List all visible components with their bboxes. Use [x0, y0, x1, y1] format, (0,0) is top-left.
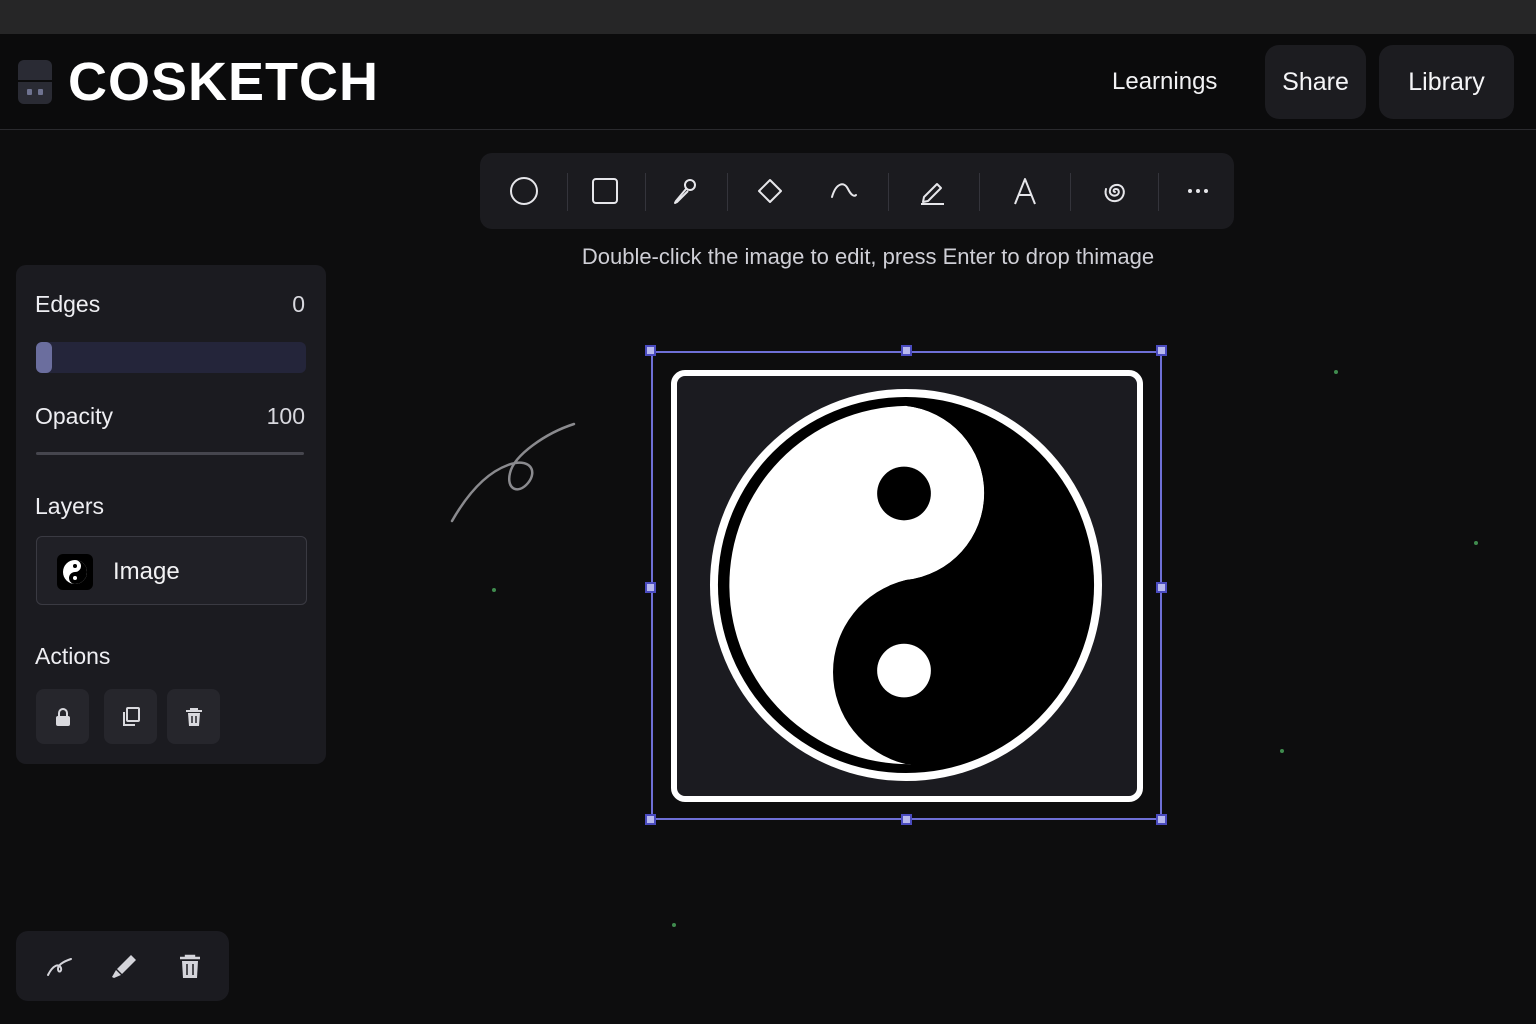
opacity-slider[interactable] — [36, 452, 304, 455]
opacity-value: 100 — [266, 403, 305, 429]
toolbar-divider — [727, 173, 728, 211]
toolbar-divider — [888, 173, 889, 211]
layers-label: Layers — [35, 493, 105, 519]
edges-slider-thumb[interactable] — [36, 342, 52, 373]
toolbar-divider — [979, 173, 980, 211]
duplicate-icon — [122, 706, 140, 726]
brush-icon — [112, 955, 136, 978]
square-icon[interactable] — [585, 171, 625, 211]
edges-slider[interactable] — [36, 342, 306, 373]
resize-handle-right[interactable] — [1156, 582, 1167, 593]
app-header: COSKETCH Learnings Share Library — [0, 34, 1536, 130]
brush-button[interactable] — [106, 948, 142, 984]
diamond-icon[interactable] — [750, 171, 790, 211]
properties-panel: Edges 0 Opacity 100 Layers Image Actions — [16, 265, 326, 764]
resize-handle-top[interactable] — [901, 345, 912, 356]
pen-icon[interactable] — [665, 171, 705, 211]
edges-value: 0 — [292, 291, 305, 317]
toolbar-divider — [1070, 173, 1071, 211]
logo-icon — [18, 60, 52, 104]
resize-handle-top-right[interactable] — [1156, 345, 1167, 356]
spiral-icon[interactable] — [1095, 171, 1135, 211]
opacity-label: Opacity — [35, 403, 113, 429]
trash-icon — [185, 707, 202, 726]
resize-handle-bottom-left[interactable] — [645, 814, 656, 825]
selection-box — [651, 351, 1162, 820]
sketch-icon — [47, 958, 72, 976]
canvas-dot — [1334, 370, 1338, 374]
sketch-button[interactable] — [42, 948, 78, 984]
edges-label: Edges — [35, 291, 101, 317]
resize-handle-bottom-right[interactable] — [1156, 814, 1167, 825]
canvas-dot — [672, 923, 676, 927]
highlighter-icon[interactable] — [912, 171, 952, 211]
circle-icon[interactable] — [504, 171, 544, 211]
canvas-hint: Double-click the image to edit, press En… — [581, 244, 1155, 269]
toolbar-divider — [645, 173, 646, 211]
duplicate-button[interactable] — [104, 689, 157, 744]
more-icon[interactable] — [1178, 171, 1218, 211]
toolbar-divider — [1158, 173, 1159, 211]
yin-yang-thumbnail-icon — [57, 554, 93, 590]
drawing-toolbar — [480, 153, 1234, 229]
layer-item-image[interactable]: Image — [36, 536, 307, 605]
actions-label: Actions — [35, 643, 111, 669]
brand-title: COSKETCH — [68, 52, 380, 112]
share-button[interactable]: Share — [1265, 45, 1366, 119]
freehand-stroke[interactable] — [446, 415, 580, 527]
lock-button[interactable] — [36, 689, 89, 744]
toolbar-divider — [567, 173, 568, 211]
delete-button[interactable] — [167, 689, 220, 744]
clear-button[interactable] — [172, 948, 208, 984]
canvas-dot — [492, 588, 496, 592]
lock-icon — [55, 707, 70, 726]
resize-handle-bottom[interactable] — [901, 814, 912, 825]
resize-handle-top-left[interactable] — [645, 345, 656, 356]
resize-handle-left[interactable] — [645, 582, 656, 593]
bottom-toolbar — [16, 931, 229, 1001]
canvas-dot — [1474, 541, 1478, 545]
layer-name: Image — [113, 558, 180, 585]
curve-icon[interactable] — [824, 171, 864, 211]
os-title-bar — [0, 0, 1536, 34]
trash-icon — [180, 954, 200, 978]
text-icon[interactable] — [1005, 171, 1045, 211]
learnings-link[interactable]: Learnings — [1112, 64, 1217, 100]
canvas-dot — [1280, 749, 1284, 753]
library-button[interactable]: Library — [1379, 45, 1514, 119]
